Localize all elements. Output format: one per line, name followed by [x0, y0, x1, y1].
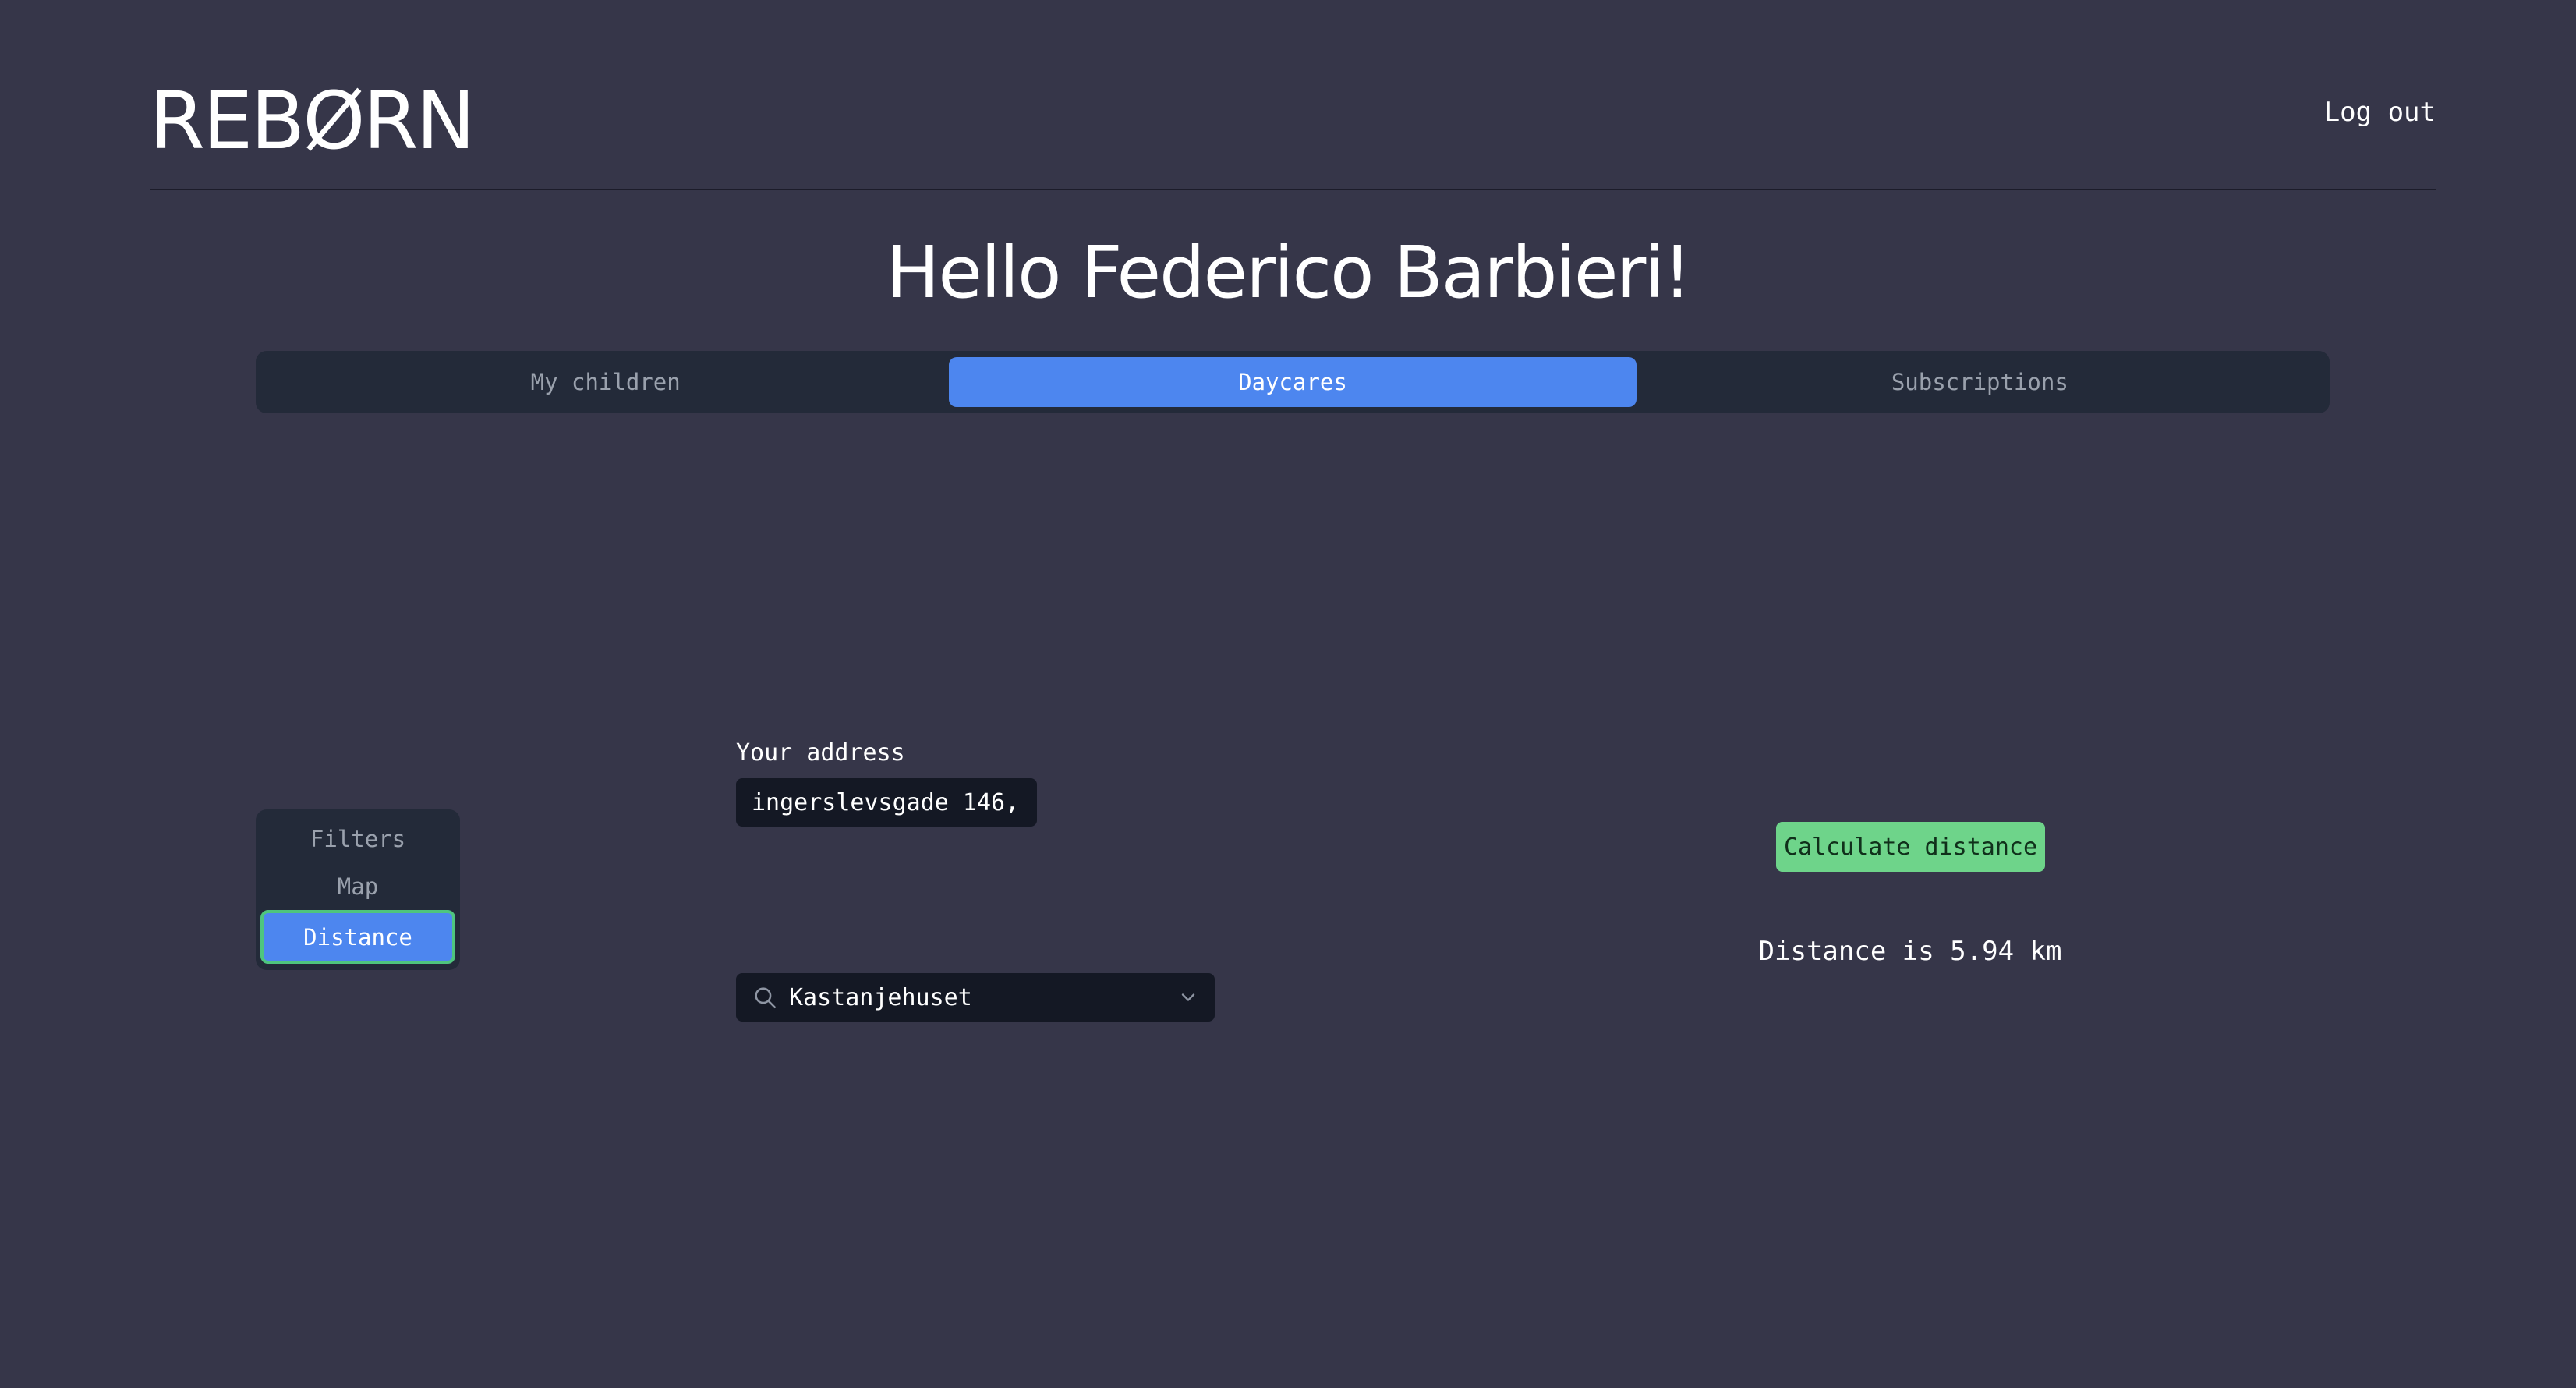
logout-link[interactable]: Log out [2324, 97, 2436, 128]
daycare-select[interactable]: Kastanjehuset [736, 973, 1215, 1022]
tab-my-children[interactable]: My children [262, 357, 949, 407]
chevron-down-icon [1181, 993, 1195, 1001]
side-item-map[interactable]: Map [260, 863, 455, 911]
tab-daycares[interactable]: Daycares [949, 357, 1637, 407]
distance-result: Distance is 5.94 km [1758, 936, 2062, 967]
logo: REBØRN [150, 75, 476, 168]
calculate-distance-button[interactable]: Calculate distance [1776, 822, 2045, 872]
page-title: Hello Federico Barbieri! [886, 231, 1692, 314]
search-icon [755, 987, 777, 1009]
tab-subscriptions[interactable]: Subscriptions [1637, 357, 2323, 407]
side-item-distance[interactable]: Distance [260, 910, 455, 965]
header: REBØRN Log out [150, 75, 2436, 190]
side-menu: Filters Map Distance [256, 809, 460, 970]
side-item-filters[interactable]: Filters [260, 816, 455, 863]
daycare-select-value: Kastanjehuset [789, 983, 972, 1011]
address-label: Your address [736, 739, 905, 767]
main-tabs: My children Daycares Subscriptions [256, 351, 2330, 413]
address-input[interactable] [736, 778, 1037, 827]
